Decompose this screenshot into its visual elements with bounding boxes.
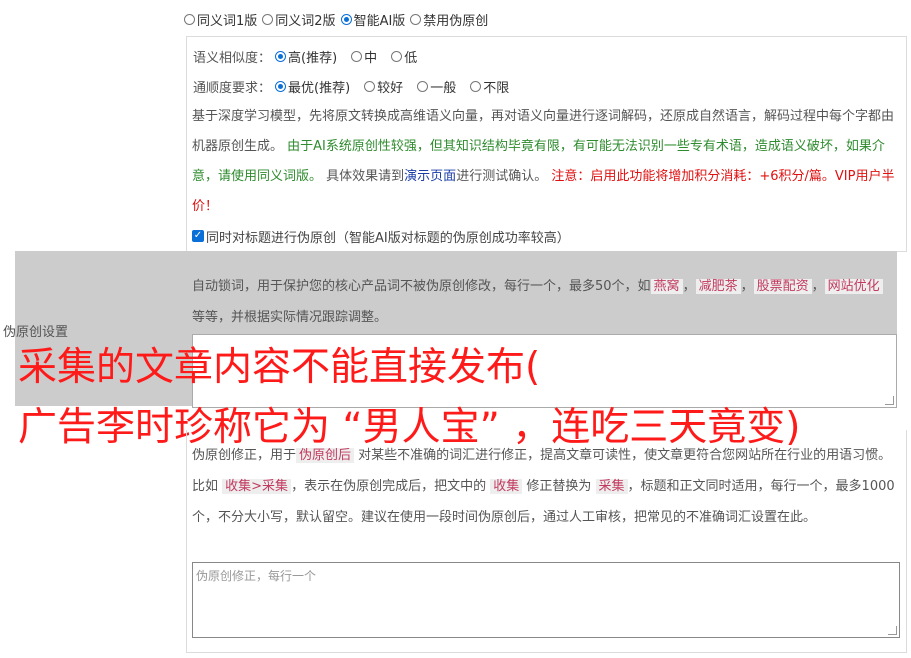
lock-word-tag: 股票配资	[753, 279, 812, 294]
checkbox-checked-icon[interactable]: ✓	[192, 230, 204, 242]
correction-placeholder: 伪原创修正，每行一个	[196, 569, 317, 583]
mode-option-synonym1[interactable]: 同义词1版	[184, 10, 257, 29]
radio-selected-icon[interactable]	[275, 50, 287, 62]
correction-textarea[interactable]: 伪原创修正，每行一个	[192, 562, 900, 638]
radio-icon[interactable]	[262, 13, 274, 25]
radio-icon[interactable]	[410, 13, 422, 25]
option-label: 高(推荐)	[288, 50, 338, 66]
correction-text: 修正替换为	[526, 479, 592, 494]
fluency-option-good[interactable]: 较好	[364, 77, 403, 96]
option-label: 中	[364, 50, 378, 66]
lock-word-tag: 减肥茶	[695, 279, 741, 294]
radio-icon[interactable]	[184, 13, 195, 25]
title-pseudo-checkbox-row[interactable]: ✓ 同时对标题进行伪原创（智能AI版对标题的伪原创成功率较高）	[192, 226, 570, 246]
correction-tag: 收集	[490, 479, 523, 494]
ai-description: 基于深度学习模型，先将原文转换成高维语义向量，再对语义向量进行逐词解码，还原成自…	[192, 102, 902, 222]
radio-selected-icon[interactable]	[275, 80, 287, 92]
correction-tag: 采集	[595, 479, 628, 494]
description-text: 进行测试确认。	[456, 169, 548, 184]
fluency-option-best[interactable]: 最优(推荐)	[275, 77, 350, 96]
fluency-row: 通顺度要求： 最优(推荐) 较好 一般 不限	[193, 74, 523, 98]
fluency-option-any[interactable]: 不限	[470, 77, 509, 96]
correction-tag: 伪原创后	[296, 448, 355, 463]
fluency-option-normal[interactable]: 一般	[417, 77, 456, 96]
mode-option-label: 同义词2版	[275, 13, 336, 29]
radio-icon[interactable]	[470, 80, 482, 92]
similarity-option-mid[interactable]: 中	[351, 47, 377, 66]
correction-text: 伪原创修正，用于	[192, 448, 297, 463]
description-text: 具体效果请到	[326, 169, 405, 184]
mode-option-label: 禁用伪原创	[423, 13, 489, 29]
lock-word-tag: 网站优化	[824, 279, 883, 294]
mode-option-disable[interactable]: 禁用伪原创	[410, 10, 488, 29]
option-label: 低	[404, 50, 418, 66]
similarity-label: 语义相似度：	[193, 50, 272, 66]
radio-icon[interactable]	[364, 80, 376, 92]
resize-grip-icon[interactable]	[888, 626, 897, 635]
lock-words-text: 等等，并根据实际情况跟踪调整。	[192, 310, 388, 325]
option-label: 最优(推荐)	[288, 80, 351, 96]
mode-radio-group: 同义词1版 同义词2版 智能AI版 禁用伪原创	[184, 8, 493, 30]
correction-description: 伪原创修正，用于 伪原创后 对某些不准确的词汇进行修正，提高文章可读性，使文章更符…	[192, 440, 904, 533]
similarity-option-high[interactable]: 高(推荐)	[275, 47, 337, 66]
mode-option-ai[interactable]: 智能AI版	[340, 10, 406, 29]
mode-option-synonym2[interactable]: 同义词2版	[262, 10, 336, 29]
mode-option-label: 智能AI版	[353, 13, 406, 29]
radio-selected-icon[interactable]	[340, 13, 352, 25]
overlay-headline-line1: 采集的文章内容不能直接发布(	[18, 345, 541, 390]
option-label: 一般	[430, 80, 457, 96]
resize-grip-icon[interactable]	[885, 396, 894, 405]
demo-page-link[interactable]: 演示页面	[404, 169, 456, 184]
radio-icon[interactable]	[351, 50, 363, 62]
similarity-row: 语义相似度： 高(推荐) 中 低	[193, 44, 431, 68]
fluency-label: 通顺度要求：	[193, 80, 272, 96]
mode-option-label: 同义词1版	[197, 13, 258, 29]
title-checkbox-label: 同时对标题进行伪原创（智能AI版对标题的伪原创成功率较高）	[206, 230, 570, 246]
correction-text: ，表示在伪原创完成后，把文中的	[291, 479, 487, 494]
radio-icon[interactable]	[391, 50, 403, 62]
lock-words-description: 自动锁词，用于保护您的核心产品词不被伪原创修改，每行一个，最多50个，如 燕窝，减…	[192, 271, 896, 333]
lock-words-text: 自动锁词，用于保护您的核心产品词不被伪原创修改，每行一个，最多50个，如	[192, 279, 651, 294]
radio-icon[interactable]	[417, 80, 429, 92]
option-label: 不限	[483, 80, 510, 96]
lock-word-tag: 燕窝	[650, 279, 683, 294]
option-label: 较好	[377, 80, 404, 96]
similarity-option-low[interactable]: 低	[391, 47, 417, 66]
correction-tag: 收集>采集	[222, 479, 292, 494]
